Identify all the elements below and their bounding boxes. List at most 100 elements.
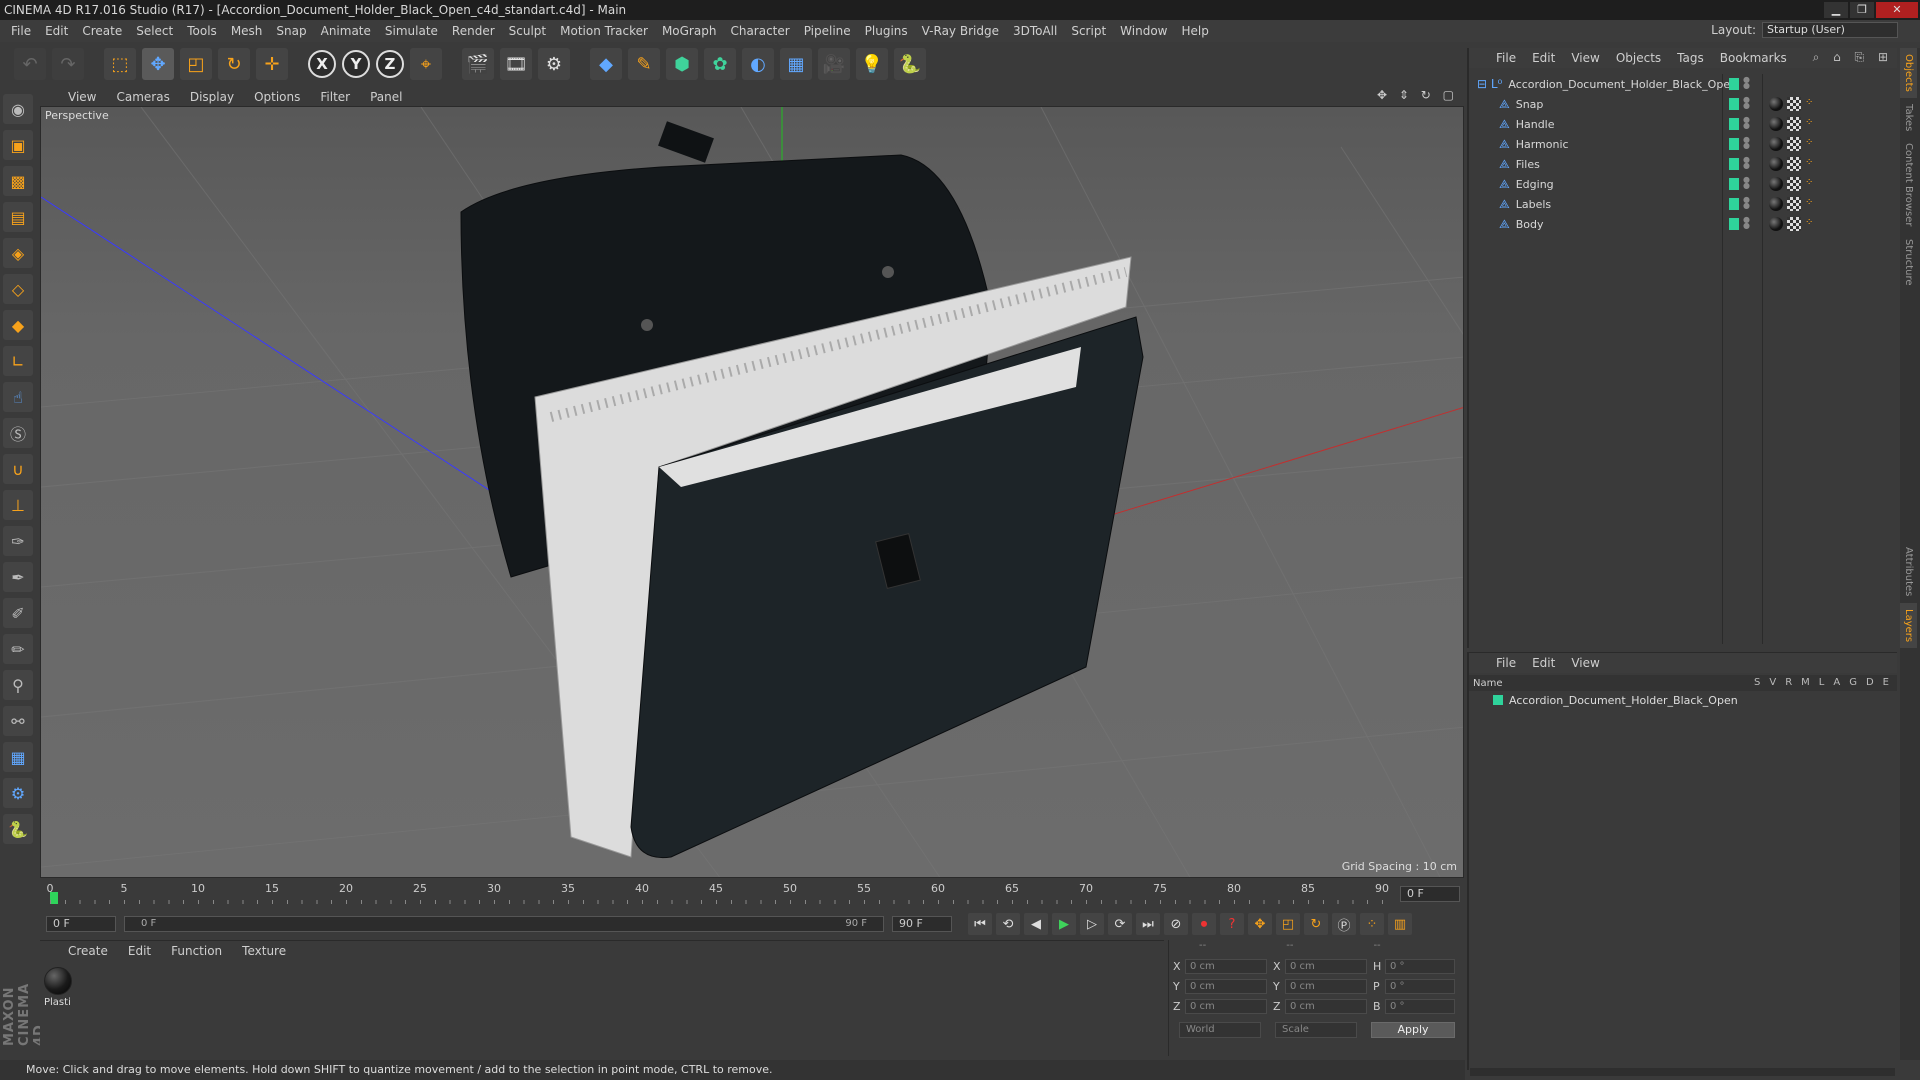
move-icon[interactable]: ✥: [142, 48, 174, 80]
viewport-navigation-icons[interactable]: ✥ ⇕ ↻ ▢: [1377, 88, 1458, 102]
tab-attributes[interactable]: Attributes: [1900, 541, 1917, 602]
polygons-mode-icon[interactable]: ◆: [3, 310, 33, 340]
material-tag-icon[interactable]: [1769, 157, 1783, 171]
material-preview[interactable]: [44, 967, 72, 995]
menu-motion-tracker[interactable]: Motion Tracker: [553, 24, 655, 38]
minimize-button[interactable]: ▁: [1824, 2, 1848, 18]
menu-snap[interactable]: Snap: [269, 24, 313, 38]
tab-objects[interactable]: Objects: [1900, 48, 1917, 98]
menu-window[interactable]: Window: [1113, 24, 1174, 38]
texture-tag-icon[interactable]: [1787, 177, 1801, 191]
layer-col-deformers[interactable]: D: [1866, 677, 1874, 688]
menu-sculpt[interactable]: Sculpt: [502, 24, 553, 38]
layer-col-locked[interactable]: L: [1819, 677, 1825, 688]
viewport-menu-cameras[interactable]: Cameras: [108, 90, 177, 104]
cloner-icon[interactable]: ✿: [704, 48, 736, 80]
texture-tag-icon[interactable]: [1787, 97, 1801, 111]
checker-icon[interactable]: ▦: [3, 742, 33, 772]
next-frame-icon[interactable]: ▷: [1080, 913, 1104, 935]
python-script-icon[interactable]: 🐍: [3, 814, 33, 844]
python-icon[interactable]: 🐍: [894, 48, 926, 80]
close-button[interactable]: ✕: [1876, 2, 1918, 18]
viewport-menu-filter[interactable]: Filter: [312, 90, 358, 104]
material-menu-texture[interactable]: Texture: [234, 944, 294, 958]
edges-mode-icon[interactable]: ◇: [3, 274, 33, 304]
render-visibility-dots[interactable]: ● ●: [1743, 96, 1750, 110]
layer-col-solo[interactable]: S: [1754, 677, 1760, 688]
model-mode-icon[interactable]: ▣: [3, 130, 33, 160]
pinch-brush-icon[interactable]: ✏: [3, 634, 33, 664]
magnet-icon[interactable]: ∪: [3, 454, 33, 484]
size-y-field[interactable]: 0 cm: [1285, 978, 1367, 994]
material-tag-icon[interactable]: [1769, 217, 1783, 231]
z-axis-icon[interactable]: Z: [376, 50, 404, 78]
rotation-p-field[interactable]: 0 °: [1385, 978, 1455, 994]
object-row[interactable]: ⟁ Labels ● ● ⁘: [1469, 194, 1899, 214]
material-tag-icon[interactable]: [1769, 177, 1783, 191]
menu-edit[interactable]: Edit: [38, 24, 75, 38]
object-row[interactable]: ⟁ Body ● ● ⁘: [1469, 214, 1899, 234]
visibility-indicator[interactable]: [1729, 198, 1739, 210]
viewport-menu-view[interactable]: View: [60, 90, 104, 104]
layer-menu-file[interactable]: File: [1489, 656, 1523, 670]
object-menu-bookmarks[interactable]: Bookmarks: [1713, 51, 1794, 65]
render-visibility-dots[interactable]: ● ●: [1743, 196, 1750, 210]
render-view-icon[interactable]: 🎬: [462, 48, 494, 80]
layer-col-manager[interactable]: M: [1801, 677, 1810, 688]
viewport-menu-options[interactable]: Options: [246, 90, 308, 104]
rotate-icon[interactable]: ↻: [218, 48, 250, 80]
camera-icon[interactable]: 🎥: [818, 48, 850, 80]
previous-key-icon[interactable]: ⟲: [996, 913, 1020, 935]
go-to-start-icon[interactable]: ⏮: [968, 913, 992, 935]
render-visibility-dots[interactable]: ● ●: [1743, 176, 1750, 190]
record-icon[interactable]: ⏺: [1192, 913, 1216, 935]
object-menu-view[interactable]: View: [1564, 51, 1606, 65]
layer-row[interactable]: Accordion_Document_Holder_Black_Open: [1469, 691, 1897, 709]
visibility-indicator[interactable]: [1729, 138, 1739, 150]
render-visibility-dots[interactable]: ● ●: [1743, 76, 1750, 90]
menu-pipeline[interactable]: Pipeline: [797, 24, 858, 38]
viewport-menu-display[interactable]: Display: [182, 90, 242, 104]
position-y-field[interactable]: 0 cm: [1185, 978, 1267, 994]
tab-layers[interactable]: Layers: [1900, 602, 1917, 648]
menu-script[interactable]: Script: [1064, 24, 1113, 38]
layer-col-generators[interactable]: G: [1849, 677, 1857, 688]
render-visibility-dots[interactable]: ● ●: [1743, 136, 1750, 150]
size-mode-dropdown[interactable]: Scale: [1275, 1022, 1357, 1038]
start-frame-field[interactable]: 0 F: [46, 916, 116, 932]
subdivision-icon[interactable]: ⬢: [666, 48, 698, 80]
layout-dropdown[interactable]: Startup (User): [1762, 22, 1898, 38]
previous-frame-icon[interactable]: ◀: [1024, 913, 1048, 935]
menu-plugins[interactable]: Plugins: [858, 24, 915, 38]
points-mode-icon[interactable]: ◈: [3, 238, 33, 268]
render-visibility-dots[interactable]: ● ●: [1743, 156, 1750, 170]
viewport-menu-panel[interactable]: Panel: [362, 90, 410, 104]
menu-3dtoall[interactable]: 3DToAll: [1006, 24, 1064, 38]
key-scale-icon[interactable]: ◰: [1276, 913, 1300, 935]
floor-icon[interactable]: ▦: [780, 48, 812, 80]
size-z-field[interactable]: 0 cm: [1285, 998, 1367, 1014]
perspective-viewport[interactable]: Perspective Grid Spacing : 10 cm: [40, 106, 1464, 878]
coordinate-space-dropdown[interactable]: World: [1179, 1022, 1261, 1038]
record-off-icon[interactable]: ⊘: [1164, 913, 1188, 935]
horizontal-scrollbar[interactable]: [1470, 1068, 1895, 1076]
axis-mode-icon[interactable]: ∟: [3, 346, 33, 376]
recent-tool-icon[interactable]: ✛: [256, 48, 288, 80]
render-visibility-dots[interactable]: ● ●: [1743, 116, 1750, 130]
light-icon[interactable]: 💡: [856, 48, 888, 80]
cube-icon[interactable]: ◆: [590, 48, 622, 80]
layer-menu-view[interactable]: View: [1564, 656, 1606, 670]
key-position-icon[interactable]: ✥: [1248, 913, 1272, 935]
menu-character[interactable]: Character: [723, 24, 796, 38]
phong-tag-icon[interactable]: ⁘: [1805, 157, 1815, 171]
texture-tag-icon[interactable]: [1787, 117, 1801, 131]
phong-tag-icon[interactable]: ⁘: [1805, 177, 1815, 191]
timeline-ruler[interactable]: 0 5 10 15 20 25 30 35 40 45 50 55 60 65 …: [47, 882, 1389, 904]
phong-tag-icon[interactable]: ⁘: [1805, 197, 1815, 211]
pen-icon[interactable]: ✎: [628, 48, 660, 80]
material-menu-edit[interactable]: Edit: [120, 944, 159, 958]
phong-tag-icon[interactable]: ⁘: [1805, 117, 1815, 131]
position-x-field[interactable]: 0 cm: [1185, 958, 1267, 974]
layer-col-expressions[interactable]: E: [1883, 677, 1889, 688]
position-z-field[interactable]: 0 cm: [1185, 998, 1267, 1014]
